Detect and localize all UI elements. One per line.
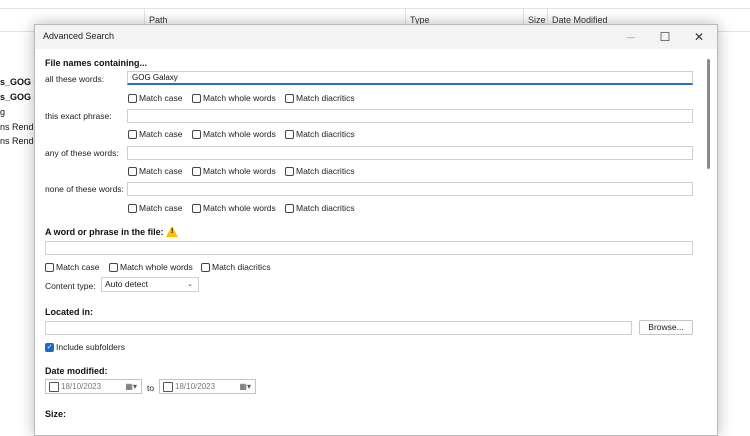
minimize-button[interactable]: —	[613, 25, 649, 49]
checkbox-label: Match diacritics	[296, 166, 355, 176]
checkbox-icon	[285, 166, 294, 176]
infile-heading: A word or phrase in the file:	[45, 227, 164, 237]
checkbox-icon	[45, 262, 54, 272]
minimize-icon: —	[627, 32, 635, 42]
checkbox-label: Match whole words	[203, 203, 276, 213]
checkbox-label: Match diacritics	[212, 262, 271, 272]
dialog-title: Advanced Search	[43, 31, 115, 41]
checkbox-label: Match diacritics	[296, 93, 355, 103]
date-to-picker[interactable]: 18/10/2023 ▦▾	[159, 379, 256, 394]
background-row[interactable]: g	[0, 107, 5, 117]
exact-phrase-match-case[interactable]: Match case	[128, 128, 182, 140]
all-words-match-diacritics[interactable]: Match diacritics	[285, 92, 355, 104]
chevron-down-icon: ⌄	[187, 281, 193, 288]
any-words-match-case[interactable]: Match case	[128, 165, 182, 177]
checkbox-icon	[285, 129, 294, 139]
date-to-value: 18/10/2023	[175, 382, 216, 391]
date-from-value: 18/10/2023	[61, 382, 102, 391]
date-heading: Date modified:	[45, 366, 108, 376]
date-from-picker[interactable]: 18/10/2023 ▦▾	[45, 379, 142, 394]
all-words-match-case[interactable]: Match case	[128, 92, 182, 104]
infile-match-diacritics[interactable]: Match diacritics	[201, 261, 271, 273]
browse-button[interactable]: Browse...	[639, 320, 693, 335]
maximize-button[interactable]: ☐	[647, 25, 683, 49]
checkbox-icon	[128, 129, 137, 139]
checkbox-label: Match whole words	[120, 262, 193, 272]
any-words-label: any of these words:	[45, 148, 119, 158]
calendar-icon: ▦▾	[125, 382, 137, 391]
all-words-input[interactable]: GOG Galaxy	[127, 71, 693, 85]
content-type-value: Auto detect	[105, 279, 149, 289]
any-words-match-diacritics[interactable]: Match diacritics	[285, 165, 355, 177]
exact-phrase-match-diacritics[interactable]: Match diacritics	[285, 128, 355, 140]
warning-exclamation: !	[171, 228, 174, 235]
exact-phrase-input[interactable]	[127, 109, 693, 123]
maximize-icon: ☐	[659, 30, 671, 44]
checkbox-icon	[285, 203, 294, 213]
date-to-label: to	[147, 383, 155, 393]
checkbox-label: Match diacritics	[296, 203, 355, 213]
any-words-match-whole[interactable]: Match whole words	[192, 165, 276, 177]
all-words-match-whole[interactable]: Match whole words	[192, 92, 276, 104]
checkbox-icon	[109, 262, 118, 272]
checkbox-label: Match case	[139, 166, 183, 176]
none-words-input[interactable]	[127, 182, 693, 196]
location-heading: Located in:	[45, 307, 94, 317]
content-type-label: Content type:	[45, 281, 96, 291]
checkbox-icon	[128, 203, 137, 213]
infile-match-whole[interactable]: Match whole words	[109, 261, 193, 273]
infile-match-case[interactable]: Match case	[45, 261, 99, 273]
filenames-heading: File names containing...	[45, 58, 148, 68]
none-words-label: none of these words:	[45, 184, 124, 194]
checkbox-label: Match case	[56, 262, 100, 272]
checkbox-icon	[128, 93, 137, 103]
checkbox-icon	[192, 129, 201, 139]
checkbox-label: Match case	[139, 203, 183, 213]
checkbox-label: Match whole words	[203, 93, 276, 103]
title-bar[interactable]: Advanced Search — ☐ ✕	[35, 25, 717, 49]
location-input[interactable]	[45, 321, 632, 335]
checkbox-label: Match case	[139, 93, 183, 103]
all-words-label: all these words:	[45, 74, 105, 84]
advanced-search-dialog: Advanced Search — ☐ ✕ File names contain…	[34, 24, 718, 436]
checkbox-label: Match diacritics	[296, 129, 355, 139]
close-icon: ✕	[693, 30, 705, 44]
close-button[interactable]: ✕	[681, 25, 717, 49]
checkbox-label: Match whole words	[203, 129, 276, 139]
checkbox-label: Include subfolders	[56, 342, 125, 352]
calendar-icon: ▦▾	[239, 382, 251, 391]
checkbox-label: Match case	[139, 129, 183, 139]
checkbox-icon	[128, 166, 137, 176]
date-from-checkbox[interactable]	[49, 382, 59, 392]
any-words-input[interactable]	[127, 146, 693, 160]
exact-phrase-match-whole[interactable]: Match whole words	[192, 128, 276, 140]
checkmark-icon: ✓	[45, 342, 54, 352]
none-words-match-case[interactable]: Match case	[128, 202, 182, 214]
checkbox-label: Match whole words	[203, 166, 276, 176]
checkbox-icon	[192, 166, 201, 176]
size-heading: Size:	[45, 409, 67, 419]
content-type-select[interactable]: Auto detect ⌄	[101, 277, 199, 292]
include-subfolders-checkbox[interactable]: ✓ Include subfolders	[45, 341, 125, 353]
checkbox-icon	[192, 93, 201, 103]
none-words-match-whole[interactable]: Match whole words	[192, 202, 276, 214]
infile-input[interactable]	[45, 241, 693, 255]
checkbox-icon	[201, 262, 210, 272]
exact-phrase-label: this exact phrase:	[45, 111, 112, 121]
date-to-checkbox[interactable]	[163, 382, 173, 392]
checkbox-icon	[285, 93, 294, 103]
checkbox-icon	[192, 203, 201, 213]
scrollbar-thumb[interactable]	[707, 59, 710, 169]
none-words-match-diacritics[interactable]: Match diacritics	[285, 202, 355, 214]
